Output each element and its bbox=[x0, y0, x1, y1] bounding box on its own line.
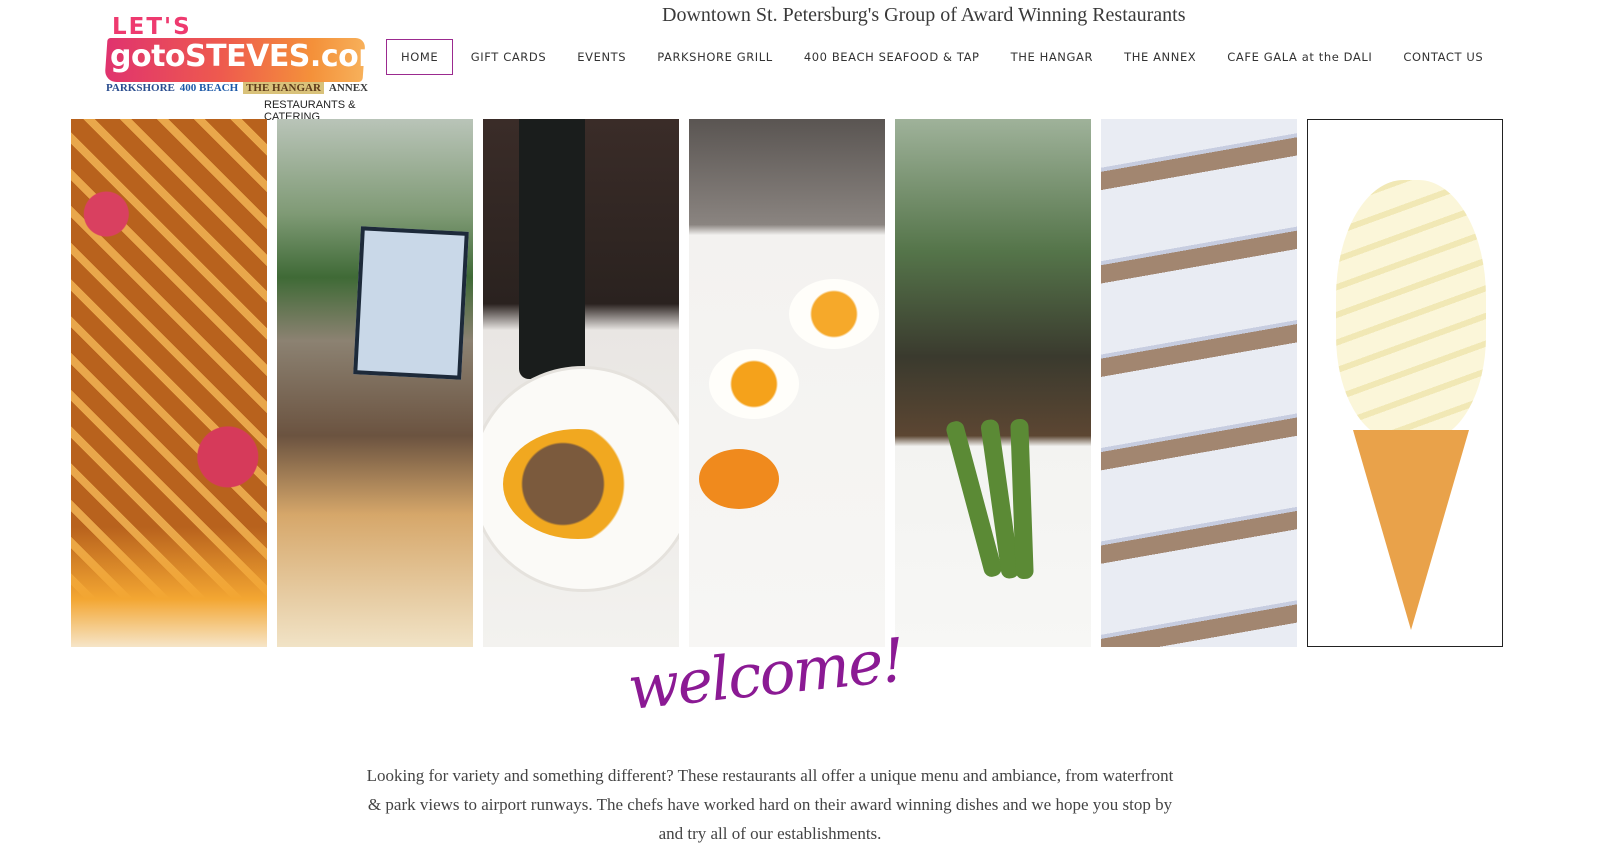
photo-wine-bottle bbox=[519, 119, 585, 379]
nav-item-cafe-gala[interactable]: CAFE GALA at the DALI bbox=[1212, 40, 1388, 74]
photo-egg bbox=[789, 279, 879, 349]
nav-item-contact-us[interactable]: CONTACT US bbox=[1388, 40, 1499, 74]
photo-ice-cream-cone bbox=[1307, 119, 1503, 647]
logo-brand-parkshore: PARKSHORE bbox=[106, 82, 175, 94]
nav-item-home[interactable]: HOME bbox=[386, 39, 454, 75]
logo-brand-hangar: THE HANGAR bbox=[243, 82, 324, 94]
logo-brand-annex: ANNEX bbox=[328, 82, 368, 94]
nav-item-events[interactable]: EVENTS bbox=[562, 40, 642, 74]
photo-wine-entree bbox=[483, 119, 679, 647]
photo-menu-card bbox=[353, 226, 469, 380]
logo-wordmark: gotoSTEVES.com bbox=[110, 39, 389, 74]
photo-breakfast bbox=[689, 119, 885, 647]
nav-item-400-beach[interactable]: 400 BEACH SEAFOOD & TAP bbox=[788, 40, 995, 74]
logo-brand-400-beach: 400 BEACH bbox=[179, 82, 239, 94]
main-nav: HOME GIFT CARDS EVENTS PARKSHORE GRILL 4… bbox=[386, 39, 1499, 75]
site-headline: Downtown St. Petersburg's Group of Award… bbox=[662, 4, 1186, 26]
photo-soft-serve bbox=[1336, 180, 1486, 440]
photo-waffles bbox=[71, 119, 267, 647]
photo-entree bbox=[503, 429, 653, 539]
logo-brand-row: PARKSHORE 400 BEACH THE HANGAR ANNEX bbox=[106, 82, 368, 94]
intro-paragraph: Looking for variety and something differ… bbox=[366, 766, 1174, 843]
photo-strip bbox=[71, 119, 1503, 647]
nav-item-the-hangar[interactable]: THE HANGAR bbox=[995, 40, 1108, 74]
site-logo[interactable]: LET'S gotoSTEVES.com PARKSHORE 400 BEACH… bbox=[104, 12, 389, 123]
logo-lets: LET'S bbox=[112, 14, 192, 40]
photo-tomato bbox=[699, 449, 779, 509]
nav-item-the-annex[interactable]: THE ANNEX bbox=[1109, 40, 1212, 74]
nav-item-parkshore-grill[interactable]: PARKSHORE GRILL bbox=[642, 40, 789, 74]
nav-item-gift-cards[interactable]: GIFT CARDS bbox=[455, 40, 561, 74]
photo-cone bbox=[1353, 430, 1469, 630]
photo-asparagus-dish bbox=[895, 119, 1091, 647]
photo-shrimp-pasta bbox=[277, 119, 473, 647]
photo-egg bbox=[709, 349, 799, 419]
photo-appetizer-spoons bbox=[1101, 119, 1297, 647]
